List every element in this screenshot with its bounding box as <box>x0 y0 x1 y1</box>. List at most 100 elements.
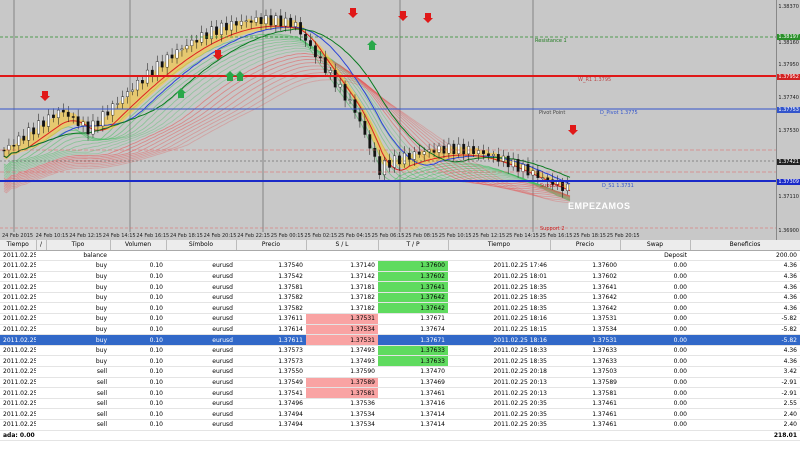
candle-body <box>81 121 85 126</box>
close-time-cell: 2011.02.25 20:35 <box>448 398 550 410</box>
take-profit-cell: 1.37642 <box>378 292 448 304</box>
table-row[interactable]: 2011.02.25 17:47buy0.10eurusd1.375811.37… <box>0 281 800 293</box>
empty-cell <box>448 250 550 262</box>
pivot-point-label: Pivot Point <box>539 110 566 116</box>
candle-body <box>17 135 21 146</box>
open-price-cell: 1.37582 <box>236 302 306 315</box>
close-price-cell: 1.37534 <box>550 324 620 336</box>
price-tick-label: 1.37950 <box>778 62 799 68</box>
candle-body <box>284 17 288 27</box>
table-row[interactable]: 2011.02.25 18:05buy0.10eurusd1.376141.37… <box>0 324 800 336</box>
column-header[interactable]: Tipo <box>46 240 111 251</box>
column-header[interactable]: Beneficios <box>690 240 800 251</box>
candle-body <box>106 111 110 116</box>
candle-body <box>566 183 569 191</box>
open-time-cell: 2011.02.25 17:48 <box>0 292 36 304</box>
volume-cell: 0.10 <box>110 387 166 399</box>
candle-body <box>12 145 16 147</box>
swap-cell: 0.00 <box>620 387 690 399</box>
table-row[interactable]: 2011.02.25 20:18sell0.10eurusd1.374941.3… <box>0 408 800 420</box>
candle-body <box>447 143 451 154</box>
profit-cell: 2.40 <box>690 408 800 420</box>
column-header[interactable]: Volumen <box>110 240 167 251</box>
candle-body <box>363 120 367 135</box>
close-time-cell: 2011.02.25 20:18 <box>448 366 550 378</box>
candle-body <box>289 17 293 27</box>
table-row[interactable]: 2011.02.25 19:23sell0.10eurusd1.375501.3… <box>0 366 800 378</box>
take-profit-cell: 1.37416 <box>378 398 448 410</box>
column-header[interactable]: Swap <box>620 240 691 251</box>
candle-body <box>264 15 268 25</box>
empty-cell <box>306 250 378 262</box>
swap-cell: 0.00 <box>620 408 690 420</box>
type-cell: buy <box>46 271 110 283</box>
table-row[interactable]: 2011.02.25 19:23sell0.10eurusd1.375411.3… <box>0 387 800 399</box>
swap-cell: 0.00 <box>620 345 690 357</box>
column-header[interactable]: Tiempo <box>0 240 37 251</box>
trade-history-table: Tiempo / Tipo Volumen Símbolo Precio S / LT / … <box>0 240 800 442</box>
time-tick-label: 24 Feb 14:15 <box>102 233 136 239</box>
take-profit-cell: 1.37469 <box>378 377 448 389</box>
trade-history-panel: Tiempo / Tipo Volumen Símbolo Precio S / LT / … <box>0 240 800 450</box>
table-row[interactable]: 2011.02.25 18:05buy0.10eurusd1.376111.37… <box>0 334 800 346</box>
candle-body <box>254 17 258 23</box>
table-row[interactable]: 2011.02.25 17:25buy0.10eurusd1.375421.37… <box>0 271 800 283</box>
type-cell: sell <box>46 387 110 399</box>
daily-pivot-label: D_Pivot 1.3775 <box>600 110 638 116</box>
column-header[interactable]: T / P <box>378 240 449 251</box>
candle-body <box>506 155 510 168</box>
column-header[interactable]: S / L <box>306 240 379 251</box>
type-cell: buy <box>46 281 110 293</box>
table-row[interactable]: 2011.02.25 18:23buy0.10eurusd1.375731.37… <box>0 345 800 357</box>
time-tick-label: 24 Feb 16:15 <box>136 233 170 239</box>
spacer-cell <box>36 377 46 389</box>
resistance-1-label: Resistance 1 <box>535 38 567 44</box>
candle-body <box>52 114 55 118</box>
empty-cell <box>550 250 620 262</box>
moving-average-line <box>3 45 571 198</box>
time-tick-label: 25 Feb 02:15 <box>304 233 338 239</box>
candle-body <box>121 96 125 104</box>
price-chart[interactable]: 1.38370 1.38160 1.37950 1.37740 1.37530 1.373… <box>0 0 800 240</box>
balance-row[interactable]: 2011.02.25 17:24 balance Deposit200.00 <box>0 250 800 262</box>
table-row[interactable]: 2011.02.25 20:18sell0.10eurusd1.374961.3… <box>0 398 800 410</box>
table-row[interactable]: 2011.02.25 17:48buy0.10eurusd1.375821.37… <box>0 292 800 304</box>
swap-cell: 0.00 <box>620 398 690 410</box>
close-time-cell: 2011.02.25 20:35 <box>448 408 550 420</box>
candle-body <box>496 154 500 162</box>
take-profit-cell: 1.37414 <box>378 408 448 420</box>
swap-cell: 0.00 <box>620 302 690 315</box>
close-time-cell: 2011.02.25 18:01 <box>448 271 550 283</box>
take-profit-cell: 1.37641 <box>378 281 448 293</box>
column-header[interactable]: Precio <box>236 240 307 251</box>
column-header[interactable]: / <box>36 240 47 251</box>
close-price-cell: 1.37461 <box>550 398 620 410</box>
table-row[interactable]: 2011.02.25 18:05buy0.10eurusd1.376111.37… <box>0 313 800 325</box>
candle-body <box>358 112 362 122</box>
column-header[interactable]: Símbolo <box>166 240 237 251</box>
empty-cell <box>166 250 236 262</box>
column-header[interactable]: Tiempo <box>448 240 551 251</box>
table-row[interactable]: 2011.02.25 17:25buy0.10eurusd1.375401.37… <box>0 260 800 272</box>
total-profit-cell: 218.01 <box>690 429 800 442</box>
open-time-cell: 2011.02.25 20:18 <box>0 398 36 410</box>
take-profit-cell: 1.37600 <box>378 260 448 272</box>
open-time-cell: 2011.02.25 18:05 <box>0 313 36 325</box>
time-tick-label: 25 Feb 18:15 <box>573 233 606 239</box>
take-profit-cell: 1.37602 <box>378 271 448 283</box>
candle-body <box>373 147 377 157</box>
candle-body <box>42 120 45 127</box>
type-cell: sell <box>46 419 110 431</box>
trend-band <box>4 17 570 191</box>
type-cell: sell <box>46 366 110 378</box>
table-row[interactable]: 2011.02.25 19:23sell0.10eurusd1.375491.3… <box>0 377 800 389</box>
column-header[interactable]: Precio <box>550 240 621 251</box>
open-time-cell: 2011.02.25 19:23 <box>0 387 36 399</box>
chart-canvas[interactable] <box>0 0 776 232</box>
table-row[interactable]: 2011.02.25 17:48buy0.10eurusd1.375821.37… <box>0 302 800 315</box>
time-axis: 24 Feb 2015 24 Feb 10:15 24 Feb 12:15 24 Fe… <box>0 232 776 240</box>
open-price-cell: 1.37541 <box>236 387 306 399</box>
spacer-cell <box>36 302 46 315</box>
table-row[interactable]: 2011.02.25 20:18sell0.10eurusd1.374941.3… <box>0 419 800 431</box>
table-row[interactable]: 2011.02.25 18:23buy0.10eurusd1.375731.37… <box>0 355 800 368</box>
